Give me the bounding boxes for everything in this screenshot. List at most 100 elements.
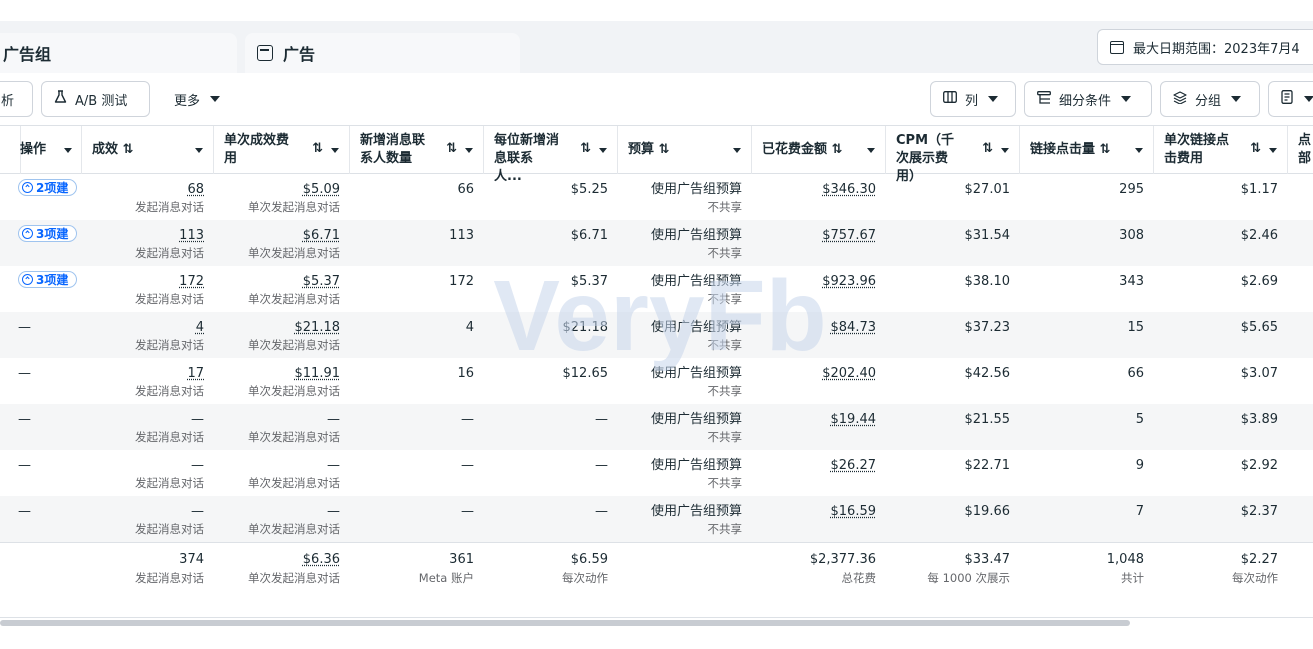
cell-cost-per-contact: $5.37 [570, 274, 608, 289]
layers-icon [1173, 90, 1187, 108]
cell-amount-spent: $923.96 [822, 274, 876, 289]
table-row[interactable]: 3项建 113 发起消息对话 $6.71 单次发起消息对话 113 $6.71 使用广告组预算… [0, 220, 1313, 266]
table-row[interactable]: — — 发起消息对话 — 单次发起消息对话 — — 使用广告组预算 不共享 $19.44 $21.5… [0, 404, 1313, 450]
table-row[interactable]: — 17 发起消息对话 $11.91 单次发起消息对话 16 $12.65 使用广告组预算 不共… [0, 358, 1313, 404]
cell-new-contacts: — [461, 458, 474, 473]
cell-link-clicks: 343 [1119, 274, 1144, 289]
cell-results: — 发起消息对话 [135, 412, 204, 444]
cell-cost-per-result: $21.18 单次发起消息对话 [248, 320, 340, 352]
header-new-contacts[interactable]: 新增消息联系人数量 ⇅ [350, 126, 484, 174]
cell-link-clicks: 7 [1135, 504, 1144, 519]
chevron-down-icon [1269, 148, 1277, 153]
table-row[interactable]: 2项建 68 发起消息对话 $5.09 单次发起消息对话 66 $5.25 使用广告组预算 不共… [0, 174, 1313, 220]
recommendation-pill[interactable]: 3项建 [18, 225, 78, 242]
cell-actions[interactable]: 3项建 [10, 220, 82, 266]
header-clipped[interactable]: 点部 [1288, 126, 1313, 174]
cell-actions: — [18, 320, 31, 335]
table-row[interactable]: 3项建 172 发起消息对话 $5.37 单次发起消息对话 172 $5.37 使用广告组预算… [0, 266, 1313, 312]
group-button[interactable]: 分组 [1160, 81, 1260, 117]
cell-cpc: $2.46 [1240, 228, 1278, 243]
header-results[interactable]: 成效 ⇅ [82, 126, 214, 174]
cell-new-contacts: 113 [449, 228, 474, 243]
table-row[interactable]: — 4 发起消息对话 $21.18 单次发起消息对话 4 $21.18 使用广告组预算 不共享 $… [0, 312, 1313, 358]
chevron-down-icon [1304, 96, 1313, 102]
recommendation-pill[interactable]: 3项建 [18, 271, 78, 288]
cell-cost-per-result: $11.91 单次发起消息对话 [248, 366, 340, 398]
date-range-picker[interactable]: 最大日期范围：2023年7月4 [1097, 29, 1313, 65]
cell-budget: 使用广告组预算 不共享 [650, 412, 742, 444]
cell-cpm: $27.01 [964, 182, 1011, 197]
cell-cost-per-result: $5.09 单次发起消息对话 [248, 182, 340, 214]
cell-budget: 使用广告组预算 不共享 [650, 228, 742, 260]
arrow-up-circle-icon [22, 182, 33, 193]
header-link-clicks[interactable]: 链接点击量 ⇅ [1020, 126, 1154, 174]
cell-actions[interactable]: 3项建 [10, 266, 82, 312]
cell-amount-spent: $26.27 [830, 458, 877, 473]
cell-cost-per-result: $5.37 单次发起消息对话 [248, 274, 340, 306]
sort-icon: ⇅ [312, 141, 323, 156]
ad-icon [257, 45, 273, 61]
top-strip [0, 0, 1313, 21]
cell-cost-per-contact: $21.18 [562, 320, 609, 335]
cell-cost-per-result: — 单次发起消息对话 [248, 458, 340, 490]
chevron-down-icon [733, 148, 741, 153]
report-button[interactable] [1268, 81, 1313, 117]
date-range-label: 最大日期范围：2023年7月4 [1133, 41, 1300, 57]
table-row[interactable]: — — 发起消息对话 — 单次发起消息对话 — — 使用广告组预算 不共享 $16.59 $19.6… [0, 496, 1313, 542]
analyze-button[interactable]: 析 [0, 81, 33, 117]
total-amount-spent: $2,377.36 总花费 [809, 552, 876, 585]
cell-actions: — [18, 504, 31, 519]
columns-button[interactable]: 列 [930, 81, 1016, 117]
chevron-down-icon [599, 148, 607, 153]
cell-budget: 使用广告组预算 不共享 [650, 458, 742, 490]
table-row[interactable]: — — 发起消息对话 — 单次发起消息对话 — — 使用广告组预算 不共享 $26.27 $22.7… [0, 450, 1313, 496]
cell-cpm: $22.71 [964, 458, 1011, 473]
group-label: 分组 [1195, 93, 1222, 109]
ab-test-label: A/B 测试 [75, 93, 128, 109]
breakdown-button[interactable]: 细分条件 [1024, 81, 1152, 117]
cell-new-contacts: 16 [457, 366, 474, 381]
chevron-down-icon [988, 96, 999, 102]
cell-cpc: $2.92 [1240, 458, 1278, 473]
cell-cpm: $19.66 [964, 504, 1011, 519]
columns-label: 列 [965, 93, 979, 109]
ab-test-button[interactable]: A/B 测试 [41, 81, 150, 117]
cell-actions[interactable]: 2项建 [10, 174, 82, 220]
cell-link-clicks: 308 [1119, 228, 1144, 243]
total-cpc: $2.27 每次动作 [1232, 552, 1278, 585]
cell-budget: 使用广告组预算 不共享 [650, 366, 742, 398]
cell-cpm: $42.56 [964, 366, 1011, 381]
cell-link-clicks: 15 [1127, 320, 1144, 335]
cell-cost-per-contact: $5.25 [570, 182, 608, 197]
sort-icon: ⇅ [982, 141, 993, 156]
cell-new-contacts: 172 [449, 274, 474, 289]
cell-link-clicks: 9 [1135, 458, 1144, 473]
header-cost-per-contact[interactable]: 每位新增消息联系人... ⇅ [484, 126, 618, 184]
cell-link-clicks: 295 [1119, 182, 1144, 197]
arrow-up-circle-icon [22, 274, 33, 285]
header-cost-per-result[interactable]: 单次成效费用 ⇅ [214, 126, 350, 174]
cell-link-clicks: 66 [1127, 366, 1144, 381]
cell-actions: — [18, 412, 31, 427]
header-budget[interactable]: 预算 ⇅ [618, 126, 752, 174]
chevron-down-icon [465, 148, 473, 153]
tab-ad-sets-label: 广告组 [3, 45, 52, 64]
totals-row: 374 发起消息对话 $6.36 单次发起消息对话 361 Meta 账户 $6… [0, 542, 1313, 618]
tab-ads[interactable]: 广告 [245, 33, 520, 73]
cell-cpm: $21.55 [964, 412, 1011, 427]
header-cpm[interactable]: CPM（千次展示费用） ⇅ [886, 126, 1020, 184]
cell-amount-spent: $346.30 [822, 182, 876, 197]
header-amount-spent[interactable]: 已花费金额 ⇅ [752, 126, 886, 174]
header-actions[interactable]: 操作 [10, 126, 82, 174]
cell-results: 17 发起消息对话 [135, 366, 204, 398]
cell-budget: 使用广告组预算 不共享 [650, 320, 742, 352]
recommendation-pill[interactable]: 2项建 [18, 179, 78, 196]
tab-ad-sets[interactable]: 广告组 [0, 33, 237, 73]
horizontal-scrollbar[interactable] [0, 620, 1130, 626]
cell-cost-per-contact: $12.65 [562, 366, 609, 381]
cell-cost-per-contact: $6.71 [570, 228, 608, 243]
more-button[interactable]: 更多 [162, 81, 232, 117]
header-cpc[interactable]: 单次链接点击费用 ⇅ [1154, 126, 1288, 174]
cell-cpc: $5.65 [1240, 320, 1278, 335]
chevron-down-icon [1135, 148, 1143, 153]
